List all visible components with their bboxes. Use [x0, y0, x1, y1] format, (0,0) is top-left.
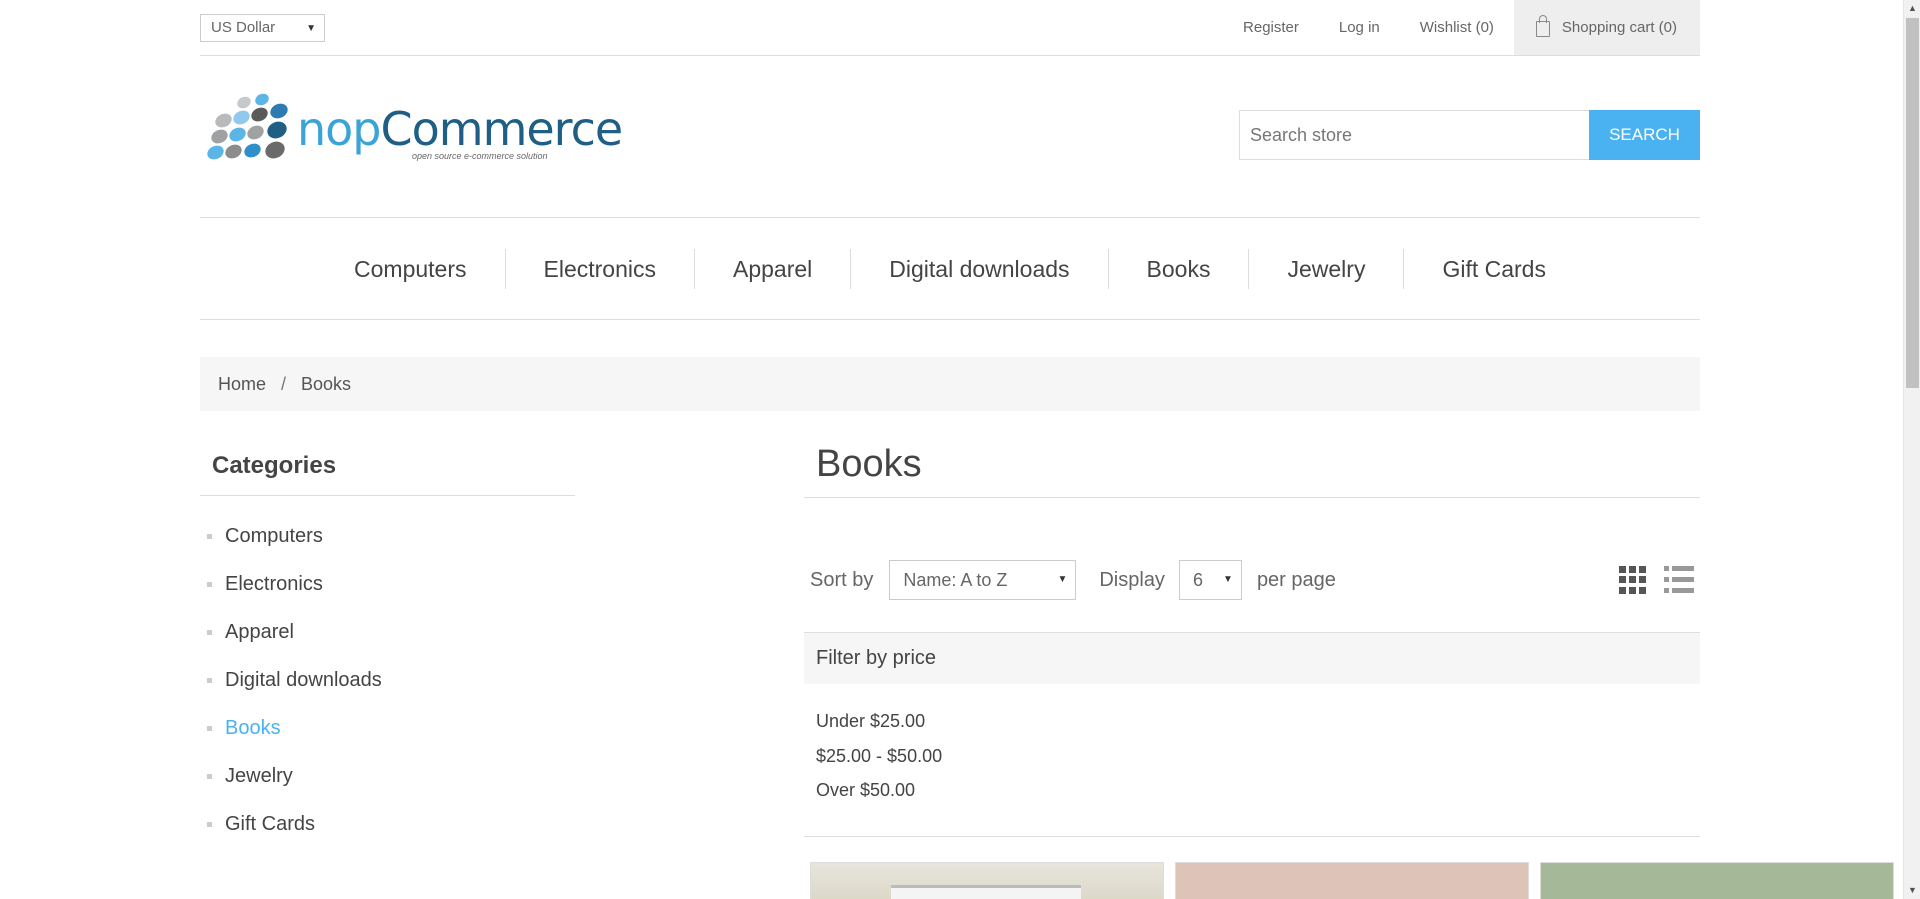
- shopping-bag-icon: [1535, 15, 1550, 37]
- sidebar-item-label: Computers: [225, 524, 323, 547]
- shopping-cart-link[interactable]: Shopping cart (0): [1513, 0, 1700, 55]
- scroll-down-arrow-icon[interactable]: ▼: [1904, 882, 1920, 899]
- top-menu-item-apparel[interactable]: Apparel: [693, 249, 850, 289]
- header-main: nopCommerce open source e-commerce solut…: [200, 56, 1700, 218]
- category-list: Computers Electronics Apparel Digital do…: [200, 496, 575, 848]
- vertical-scrollbar[interactable]: ▲ ▼: [1903, 0, 1920, 899]
- price-filter-list: Under $25.00 $25.00 - $50.00 Over $50.00: [816, 704, 942, 808]
- breadcrumb-separator: /: [281, 373, 287, 394]
- view-mode-switch: [1619, 566, 1694, 594]
- bullet-icon: [207, 629, 212, 635]
- sidebar-item-label: Electronics: [225, 572, 323, 595]
- sidebar-item-label: Digital downloads: [225, 668, 382, 691]
- product-image[interactable]: [1175, 862, 1529, 899]
- bullet-icon: [207, 725, 212, 731]
- top-menu-item-gift-cards[interactable]: Gift Cards: [1403, 249, 1584, 289]
- list-view-icon[interactable]: [1664, 566, 1694, 594]
- sort-by-select[interactable]: Name: A to Z ▼: [889, 560, 1077, 600]
- per-page-label: per page: [1256, 568, 1336, 591]
- grid-view-icon[interactable]: [1619, 566, 1646, 594]
- store-logo[interactable]: nopCommerce open source e-commerce solut…: [205, 91, 623, 170]
- bullet-icon: [207, 773, 212, 779]
- price-filter-option[interactable]: $25.00 - $50.00: [816, 739, 942, 774]
- currency-selector[interactable]: US Dollar ▼: [200, 14, 325, 42]
- register-link[interactable]: Register: [1243, 19, 1299, 36]
- chevron-down-icon: ▼: [1223, 574, 1233, 585]
- price-filter-option[interactable]: Under $25.00: [816, 704, 942, 739]
- breadcrumb-home-link[interactable]: Home: [218, 374, 266, 395]
- top-menu-item-books[interactable]: Books: [1107, 249, 1249, 289]
- price-filter-option[interactable]: Over $50.00: [816, 773, 942, 808]
- sidebar-item-label: Gift Cards: [225, 812, 316, 835]
- price-filter-title: Filter by price: [804, 632, 1700, 684]
- sort-by-value: Name: A to Z: [903, 570, 1008, 590]
- main-content: Books Sort by Name: A to Z ▼ Display 6 ▼…: [804, 440, 1894, 899]
- top-menu-item-computers[interactable]: Computers: [316, 249, 504, 289]
- sidebar-title: Categories: [200, 440, 575, 496]
- bullet-icon: [207, 581, 212, 587]
- sidebar-item-label: Jewelry: [225, 764, 293, 787]
- page-title: Books: [804, 440, 1700, 498]
- chevron-down-icon: ▼: [1057, 574, 1068, 585]
- chevron-down-icon: ▼: [306, 23, 316, 34]
- scrollbar-thumb[interactable]: [1906, 18, 1919, 388]
- top-menu-item-electronics[interactable]: Electronics: [504, 249, 694, 289]
- currency-value: US Dollar: [211, 19, 276, 36]
- sidebar-item-digital-downloads[interactable]: Digital downloads: [200, 656, 575, 704]
- top-menu-item-digital-downloads[interactable]: Digital downloads: [850, 249, 1107, 289]
- search-button[interactable]: SEARCH: [1589, 110, 1700, 160]
- logo-tagline: open source e-commerce solution: [412, 151, 548, 161]
- product-toolbar: Sort by Name: A to Z ▼ Display 6 ▼ per p…: [810, 560, 1694, 600]
- sidebar-item-electronics[interactable]: Electronics: [200, 560, 575, 608]
- header-links-bar: US Dollar ▼ Register Log in Wishlist (0)…: [200, 0, 1700, 56]
- display-label: Display: [1099, 568, 1165, 591]
- logo-wordmark: nopCommerce: [297, 102, 623, 156]
- sidebar-item-computers[interactable]: Computers: [200, 512, 575, 560]
- sidebar-categories: Categories Computers Electronics Apparel…: [200, 440, 575, 848]
- bullet-icon: [207, 821, 212, 827]
- search-box: SEARCH: [1239, 110, 1700, 160]
- wishlist-link[interactable]: Wishlist (0): [1420, 19, 1494, 36]
- sort-by-label: Sort by: [810, 568, 874, 591]
- top-menu-item-jewelry[interactable]: Jewelry: [1248, 249, 1403, 289]
- header-links: Register Log in Wishlist (0) Shopping ca…: [1203, 0, 1700, 55]
- product-image[interactable]: [1540, 862, 1894, 899]
- sidebar-item-books[interactable]: Books: [200, 704, 575, 752]
- sidebar-item-apparel[interactable]: Apparel: [200, 608, 575, 656]
- product-grid: [810, 862, 1894, 899]
- sidebar-item-label: Apparel: [225, 620, 294, 643]
- breadcrumb-current: Books: [301, 373, 352, 394]
- breadcrumb: Home / Books: [200, 357, 1700, 411]
- sidebar-item-jewelry[interactable]: Jewelry: [200, 752, 575, 800]
- divider: [804, 836, 1700, 837]
- product-image[interactable]: [810, 862, 1164, 899]
- page-size-select[interactable]: 6 ▼: [1178, 560, 1242, 600]
- search-input[interactable]: [1239, 110, 1589, 160]
- bullet-icon: [207, 533, 212, 539]
- page-size-value: 6: [1192, 570, 1203, 590]
- shopping-cart-label: Shopping cart (0): [1561, 19, 1677, 36]
- top-menu: Computers Electronics Apparel Digital do…: [200, 219, 1700, 320]
- sidebar-item-gift-cards[interactable]: Gift Cards: [200, 800, 575, 848]
- scroll-up-arrow-icon[interactable]: ▲: [1904, 0, 1920, 17]
- bullet-icon: [207, 677, 212, 683]
- sidebar-item-label: Books: [225, 716, 281, 739]
- login-link[interactable]: Log in: [1339, 19, 1380, 36]
